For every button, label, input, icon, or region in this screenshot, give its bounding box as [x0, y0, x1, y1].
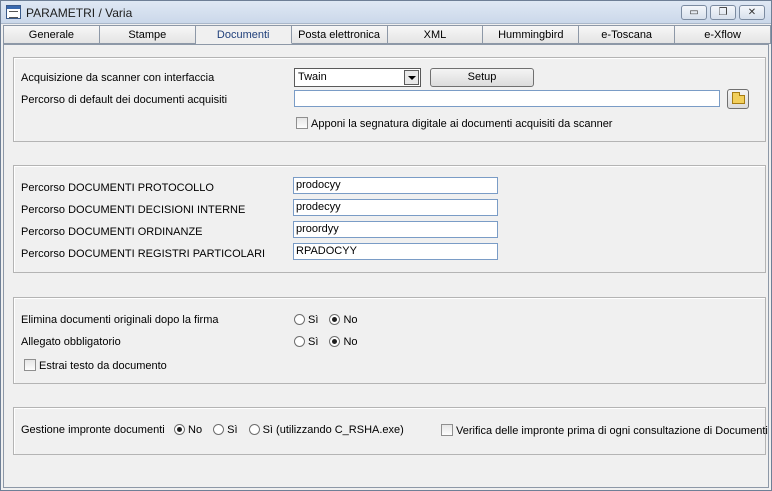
restore-icon[interactable]: ❐	[710, 5, 736, 20]
impronte-si-rsha-radio[interactable]	[248, 424, 260, 435]
title-bar: PARAMETRI / Varia ▭ ❐ ✕	[1, 1, 771, 24]
allegato-si-radio[interactable]	[294, 336, 305, 347]
scanner-interface-select[interactable]: Twain	[294, 68, 421, 87]
digital-signature-option[interactable]: Apponi la segnatura digitale ai document…	[296, 117, 612, 130]
estrai-testo-checkbox[interactable]	[24, 359, 36, 371]
impronte-no-radio[interactable]	[174, 424, 185, 435]
allegato-no-label: No	[343, 336, 358, 348]
impronte-radio-group: No Sì Sì (utilizzando C_RSHA.exe)	[174, 424, 412, 436]
ordinanze-path-label: Percorso DOCUMENTI ORDINANZE	[21, 226, 203, 238]
estrai-testo-label: Estrai testo da documento	[39, 360, 167, 372]
registri-path-label: Percorso DOCUMENTI REGISTRI PARTICOLARI	[21, 248, 266, 260]
tab-e-toscana[interactable]: e-Toscana	[579, 25, 676, 44]
app-window-icon[interactable]	[6, 5, 21, 19]
verifica-impronte-checkbox[interactable]	[441, 424, 453, 436]
parametri-window: PARAMETRI / Varia ▭ ❐ ✕ Generale Stampe …	[0, 0, 772, 491]
impronte-si-radio[interactable]	[213, 424, 225, 435]
ordinanze-path-input[interactable]: proordyy	[293, 221, 498, 238]
verifica-impronte-option[interactable]: Verifica delle impronte prima di ogni co…	[441, 424, 768, 437]
digital-signature-checkbox[interactable]	[296, 117, 308, 129]
document-paths-group: Percorso DOCUMENTI PROTOCOLLO prodocyy P…	[13, 165, 766, 273]
impronte-si-rsha-option[interactable]: Sì (utilizzando C_RSHA.exe)	[248, 424, 404, 436]
close-icon[interactable]: ✕	[739, 5, 765, 20]
impronte-no-label: No	[188, 424, 203, 436]
tab-e-xflow[interactable]: e-Xflow	[675, 25, 771, 44]
elimina-si-radio[interactable]	[294, 314, 305, 325]
impronte-si-rsha-label: Sì (utilizzando C_RSHA.exe)	[262, 424, 404, 436]
allegato-radio-group: Sì No	[294, 336, 366, 348]
registri-path-input[interactable]: RPADOCYY	[293, 243, 498, 260]
tab-strip: Generale Stampe Documenti Posta elettron…	[3, 25, 771, 45]
elimina-no-option[interactable]: No	[329, 314, 358, 326]
tab-documenti[interactable]: Documenti	[195, 25, 292, 44]
tab-stampe[interactable]: Stampe	[99, 25, 196, 44]
protocollo-path-input[interactable]: prodocyy	[293, 177, 498, 194]
elimina-no-label: No	[343, 314, 358, 326]
tab-generale[interactable]: Generale	[3, 25, 100, 44]
allegato-no-option[interactable]: No	[329, 336, 358, 348]
elimina-no-radio[interactable]	[329, 314, 341, 325]
scanner-group: Acquisizione da scanner con interfaccia …	[13, 57, 766, 142]
elimina-originali-label: Elimina documenti originali dopo la firm…	[21, 314, 219, 326]
setup-button[interactable]: Setup	[430, 68, 534, 87]
decisioni-path-label: Percorso DOCUMENTI DECISIONI INTERNE	[21, 204, 246, 216]
impronte-no-option[interactable]: No	[174, 424, 202, 436]
default-path-input[interactable]	[294, 90, 720, 107]
tab-xml[interactable]: XML	[387, 25, 484, 44]
verifica-impronte-label: Verifica delle impronte prima di ogni co…	[456, 425, 768, 437]
estrai-testo-option[interactable]: Estrai testo da documento	[24, 359, 167, 372]
impronte-si-label: Sì	[227, 424, 238, 436]
elimina-si-label: Sì	[308, 314, 319, 326]
signature-options-group: Elimina documenti originali dopo la firm…	[13, 297, 766, 384]
impronte-group: Gestione impronte documenti No Sì Sì (ut…	[13, 407, 768, 455]
minimize-icon[interactable]: ▭	[681, 5, 707, 20]
elimina-originali-radio-group: Sì No	[294, 314, 366, 326]
protocollo-path-label: Percorso DOCUMENTI PROTOCOLLO	[21, 182, 214, 194]
tab-posta-elettronica[interactable]: Posta elettronica	[291, 25, 388, 44]
allegato-si-label: Sì	[308, 336, 319, 348]
tab-hummingbird[interactable]: Hummingbird	[483, 25, 580, 44]
allegato-obbligatorio-label: Allegato obbligatorio	[21, 336, 121, 348]
scanner-interface-value: Twain	[298, 71, 327, 83]
window-title: PARAMETRI / Varia	[26, 6, 133, 20]
allegato-si-option[interactable]: Sì	[294, 336, 318, 348]
elimina-si-option[interactable]: Sì	[294, 314, 318, 326]
default-path-label: Percorso di default dei documenti acquis…	[21, 94, 228, 106]
browse-folder-button[interactable]	[727, 89, 749, 109]
chevron-down-icon[interactable]	[404, 70, 419, 85]
allegato-no-radio[interactable]	[329, 336, 341, 347]
documenti-panel: Acquisizione da scanner con interfaccia …	[3, 44, 769, 488]
gestione-impronte-label: Gestione impronte documenti	[21, 424, 165, 436]
folder-icon	[732, 92, 745, 104]
decisioni-path-input[interactable]: prodecyy	[293, 199, 498, 216]
scanner-interface-label: Acquisizione da scanner con interfaccia	[21, 72, 215, 84]
digital-signature-label: Apponi la segnatura digitale ai document…	[311, 118, 613, 130]
impronte-si-option[interactable]: Sì	[213, 424, 238, 436]
